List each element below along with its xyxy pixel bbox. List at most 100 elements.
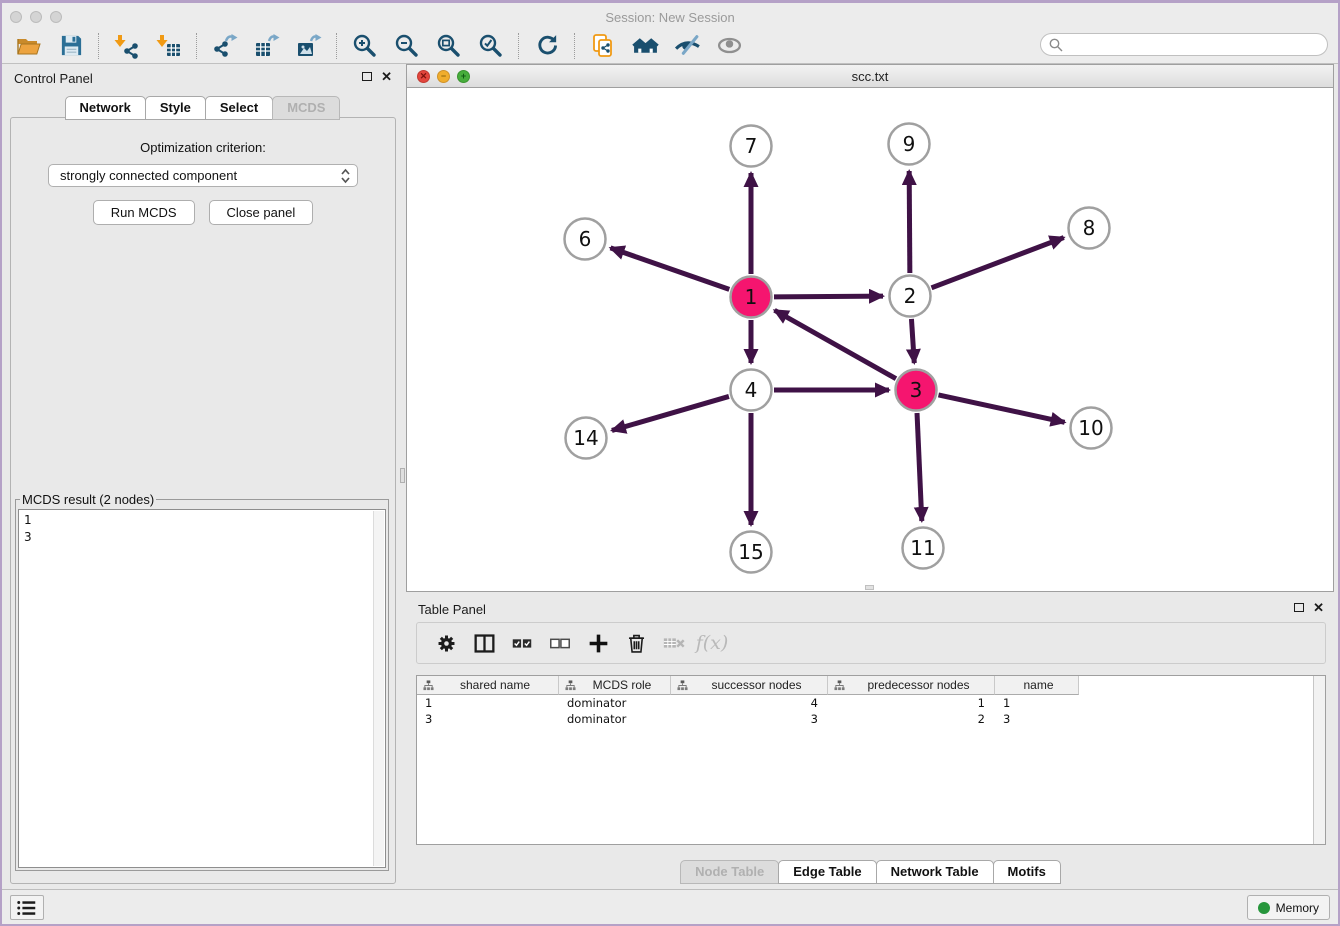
graph-node[interactable]: 10 bbox=[1071, 408, 1112, 449]
close-view-icon[interactable]: ✕ bbox=[417, 70, 430, 83]
graph-node[interactable]: 4 bbox=[731, 370, 772, 411]
table-settings-button[interactable] bbox=[427, 627, 465, 659]
tab-motifs[interactable]: Motifs bbox=[993, 860, 1061, 884]
column-header[interactable]: name bbox=[995, 676, 1079, 695]
zoom-selected-button[interactable] bbox=[470, 31, 512, 61]
table-scrollbar[interactable] bbox=[1313, 676, 1325, 844]
column-sort-icon bbox=[565, 680, 576, 691]
tab-style[interactable]: Style bbox=[145, 96, 206, 120]
close-panel-icon[interactable]: ✕ bbox=[1313, 601, 1324, 614]
deselect-all-rows-button[interactable] bbox=[541, 627, 579, 659]
search-icon bbox=[1049, 38, 1063, 52]
memory-button[interactable]: Memory bbox=[1247, 895, 1330, 920]
control-panel: Control Panel ✕ Network Style Select MCD… bbox=[2, 64, 402, 890]
mcds-result-title: MCDS result (2 nodes) bbox=[20, 492, 156, 507]
result-scrollbar[interactable] bbox=[373, 511, 384, 866]
graph-edge[interactable] bbox=[909, 171, 910, 273]
graph-edge[interactable] bbox=[610, 248, 729, 290]
search-input[interactable] bbox=[1040, 33, 1328, 56]
tab-network-table[interactable]: Network Table bbox=[876, 860, 994, 884]
tab-node-table[interactable]: Node Table bbox=[680, 860, 779, 884]
graph-edge[interactable] bbox=[911, 319, 914, 363]
zoom-fit-button[interactable] bbox=[428, 31, 470, 61]
divider-grip[interactable] bbox=[400, 468, 405, 483]
column-sort-icon bbox=[834, 680, 845, 691]
table-panel-title: Table Panel bbox=[418, 602, 486, 617]
graph-node[interactable]: 3 bbox=[896, 370, 937, 411]
table-header-row: shared nameMCDS rolesuccessor nodesprede… bbox=[417, 676, 1325, 695]
task-history-button[interactable] bbox=[10, 895, 44, 920]
list-icon bbox=[16, 899, 38, 917]
criterion-select[interactable]: strongly connected component bbox=[48, 164, 358, 187]
plus-icon bbox=[587, 632, 610, 655]
column-header[interactable]: MCDS role bbox=[559, 676, 671, 695]
graph-node[interactable]: 7 bbox=[731, 126, 772, 167]
network-canvas-svg[interactable]: 7 9 6 8 1 2 4 3 14 10 15 11 bbox=[407, 88, 1333, 591]
add-column-button[interactable] bbox=[579, 627, 617, 659]
graph-edge[interactable] bbox=[932, 238, 1064, 288]
graph-edge[interactable] bbox=[917, 413, 922, 521]
table-row[interactable]: 1dominator411 bbox=[417, 695, 1325, 711]
export-image-button[interactable] bbox=[288, 31, 330, 61]
houses-button[interactable] bbox=[624, 31, 666, 61]
refresh-button[interactable] bbox=[526, 31, 568, 61]
tab-select[interactable]: Select bbox=[205, 96, 273, 120]
node-table: shared nameMCDS rolesuccessor nodesprede… bbox=[416, 675, 1326, 845]
graph-edge[interactable] bbox=[775, 310, 896, 378]
mcds-result-area[interactable]: 1 3 bbox=[18, 509, 386, 868]
import-network-button[interactable] bbox=[106, 31, 148, 61]
graph-node[interactable]: 6 bbox=[565, 219, 606, 260]
network-canvas[interactable]: 7 9 6 8 1 2 4 3 14 10 15 11 bbox=[406, 88, 1334, 592]
column-sort-icon bbox=[677, 680, 688, 691]
show-columns-button[interactable] bbox=[465, 627, 503, 659]
save-floppy-icon bbox=[59, 33, 84, 58]
graph-node[interactable]: 14 bbox=[566, 418, 607, 459]
column-header[interactable]: predecessor nodes bbox=[828, 676, 995, 695]
minimize-window-icon[interactable] bbox=[30, 11, 42, 23]
graph-node[interactable]: 1 bbox=[731, 277, 772, 318]
save-session-button[interactable] bbox=[50, 31, 92, 61]
graph-node[interactable]: 2 bbox=[890, 276, 931, 317]
graph-node[interactable]: 15 bbox=[731, 532, 772, 573]
tab-edge-table[interactable]: Edge Table bbox=[778, 860, 876, 884]
graph-edge[interactable] bbox=[938, 395, 1064, 422]
graph-node[interactable]: 11 bbox=[903, 528, 944, 569]
table-cell: 3 bbox=[417, 712, 559, 726]
graph-node-label: 7 bbox=[745, 134, 758, 158]
new-network-from-selection-button[interactable] bbox=[582, 31, 624, 61]
tab-mcds[interactable]: MCDS bbox=[272, 96, 340, 120]
minimize-view-icon[interactable]: − bbox=[437, 70, 450, 83]
traffic-lights-inactive[interactable] bbox=[10, 11, 62, 23]
column-header[interactable]: shared name bbox=[417, 676, 559, 695]
optimization-criterion-label: Optimization criterion: bbox=[11, 140, 395, 155]
maximize-view-icon[interactable]: + bbox=[457, 70, 470, 83]
float-panel-icon[interactable] bbox=[1294, 603, 1304, 612]
graph-edge[interactable] bbox=[612, 396, 729, 430]
zoom-in-button[interactable] bbox=[344, 31, 386, 61]
graph-node-label: 2 bbox=[904, 284, 917, 308]
delete-column-button[interactable] bbox=[617, 627, 655, 659]
close-window-icon[interactable] bbox=[10, 11, 22, 23]
show-details-button[interactable] bbox=[708, 31, 750, 61]
run-mcds-button[interactable]: Run MCDS bbox=[93, 200, 195, 225]
graph-node[interactable]: 8 bbox=[1069, 208, 1110, 249]
graph-node[interactable]: 9 bbox=[889, 124, 930, 165]
column-header[interactable]: successor nodes bbox=[671, 676, 828, 695]
zoom-window-icon[interactable] bbox=[50, 11, 62, 23]
select-all-rows-button[interactable] bbox=[503, 627, 541, 659]
network-window-titlebar[interactable]: ✕ − + scc.txt bbox=[406, 64, 1334, 88]
hide-details-button[interactable] bbox=[666, 31, 708, 61]
canvas-resize-grip[interactable] bbox=[865, 585, 874, 590]
open-session-button[interactable] bbox=[8, 31, 50, 61]
zoom-fit-icon bbox=[436, 33, 462, 59]
graph-edge[interactable] bbox=[774, 296, 883, 297]
close-panel-icon[interactable]: ✕ bbox=[381, 70, 392, 83]
close-panel-button[interactable]: Close panel bbox=[209, 200, 314, 225]
float-panel-icon[interactable] bbox=[362, 72, 372, 81]
export-network-button[interactable] bbox=[204, 31, 246, 61]
export-table-button[interactable] bbox=[246, 31, 288, 61]
import-table-button[interactable] bbox=[148, 31, 190, 61]
tab-network[interactable]: Network bbox=[65, 96, 146, 120]
table-row[interactable]: 3dominator323 bbox=[417, 711, 1325, 727]
zoom-out-button[interactable] bbox=[386, 31, 428, 61]
